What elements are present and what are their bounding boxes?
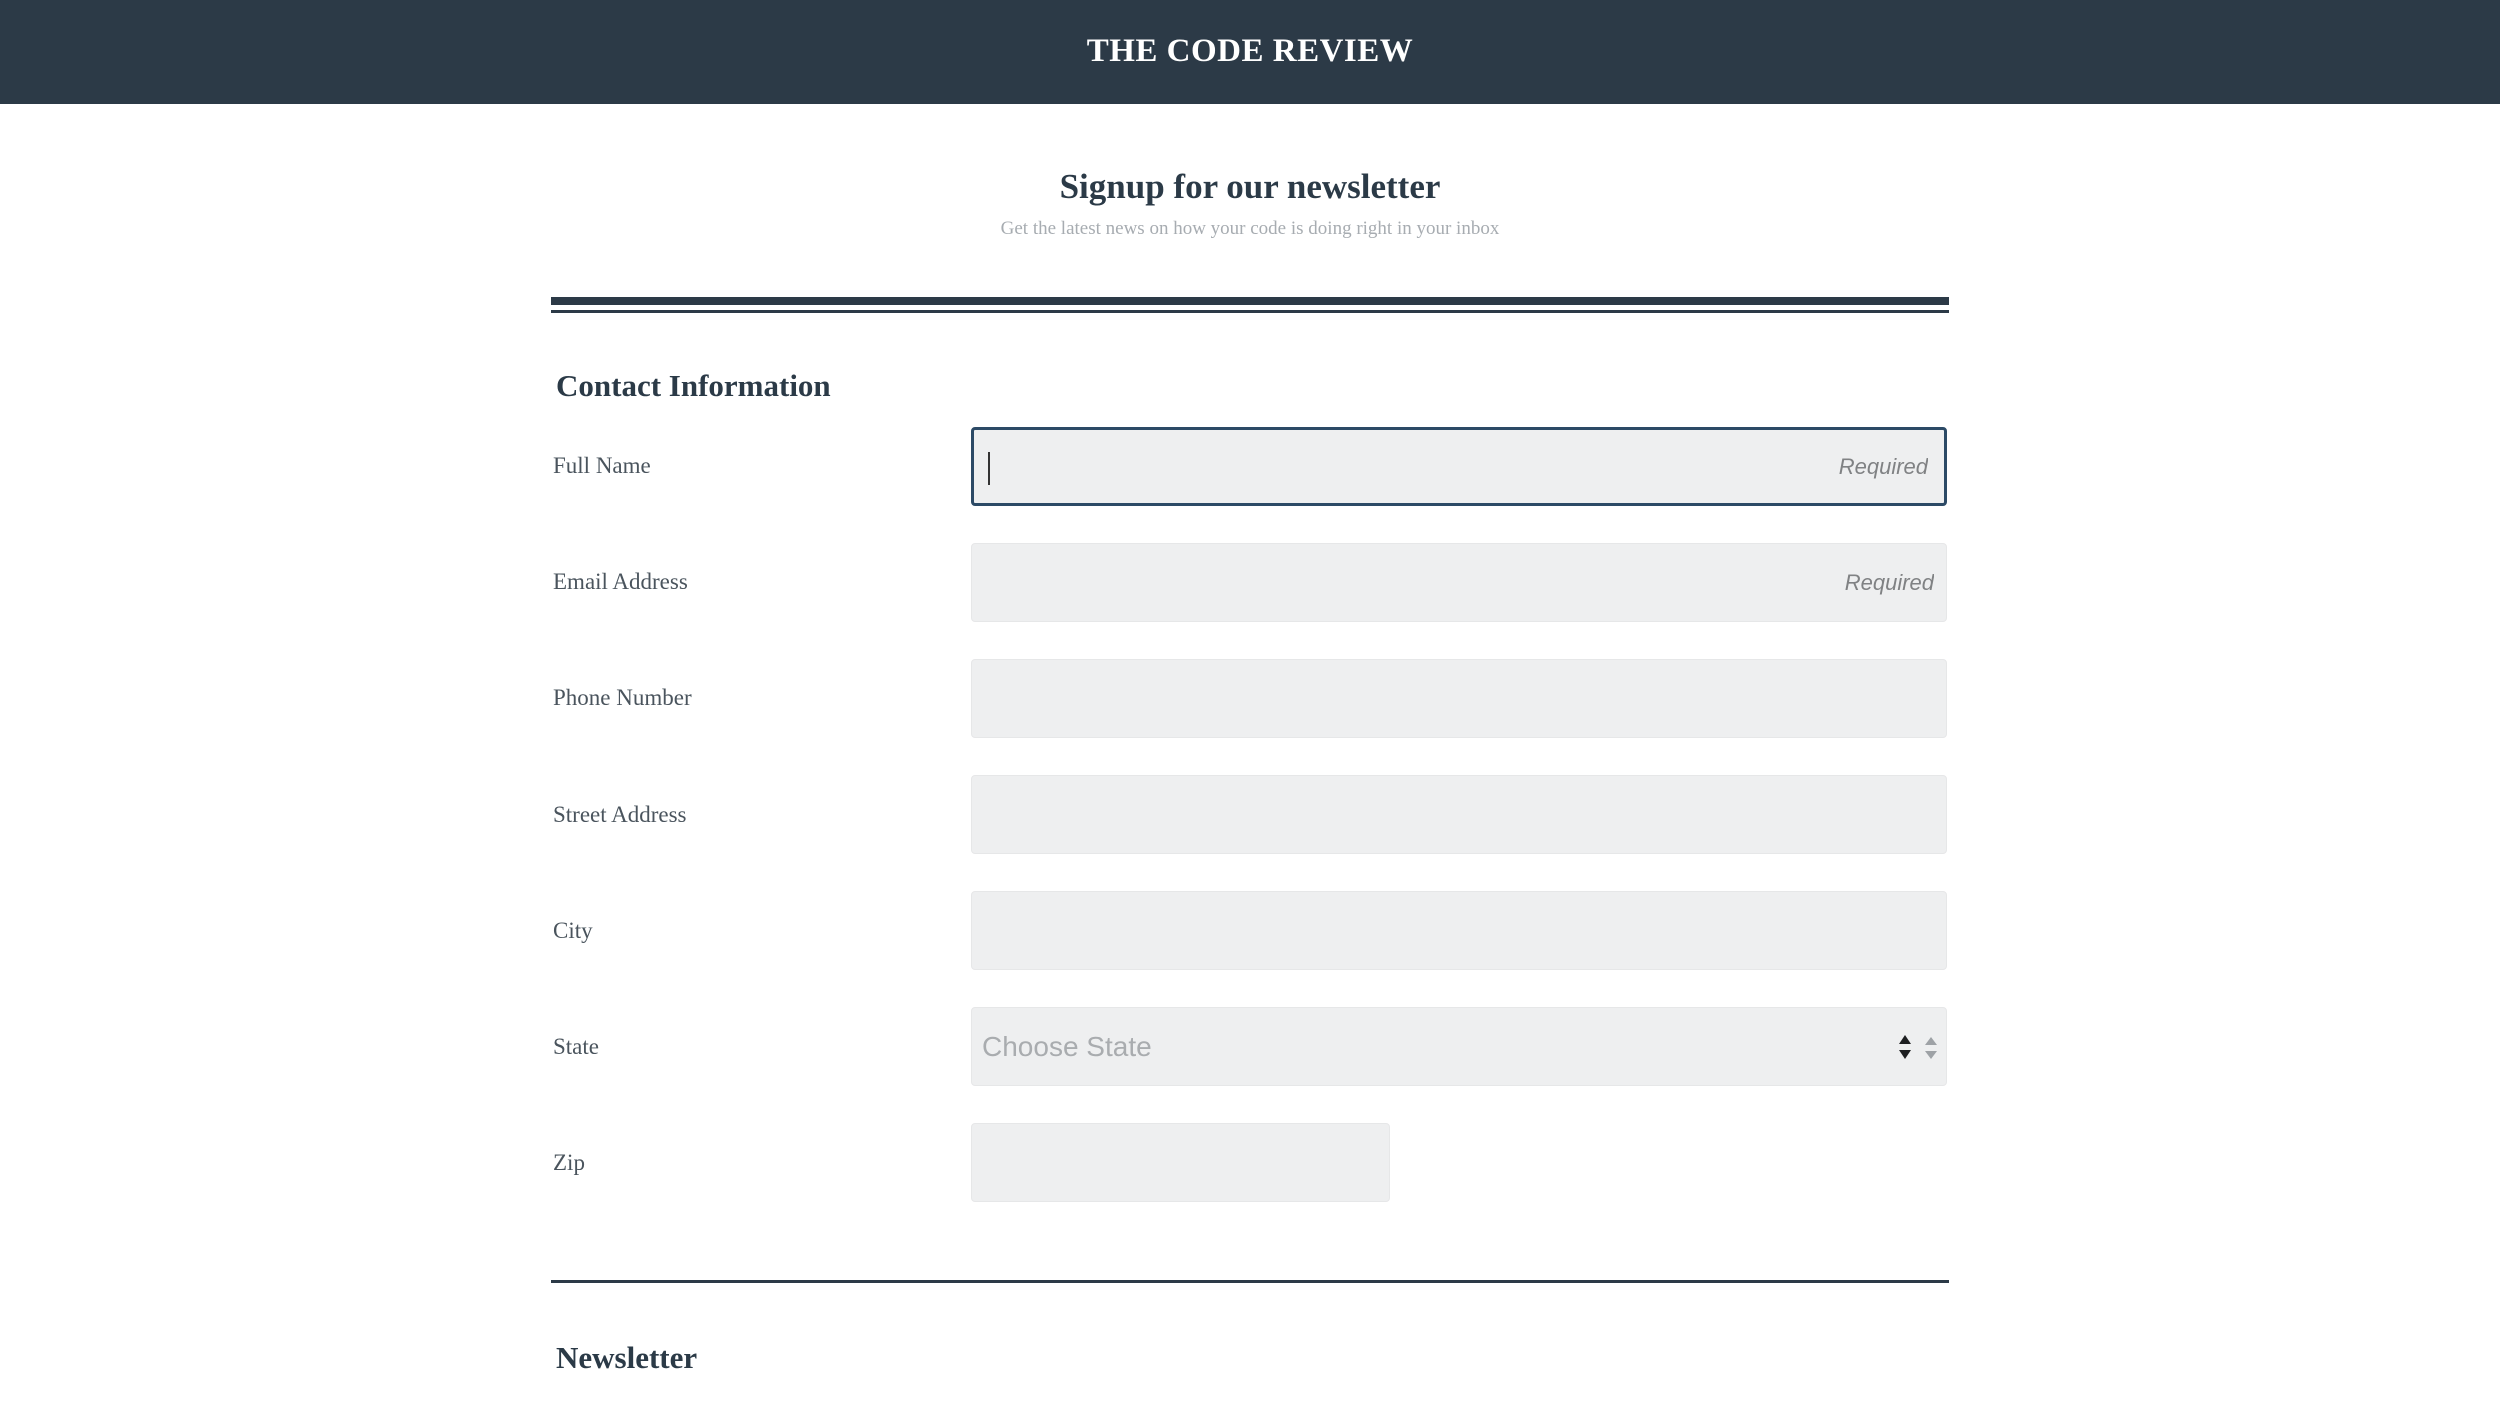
state-select[interactable]: Choose State — [971, 1007, 1947, 1086]
street-address-input[interactable] — [971, 775, 1947, 854]
full-name-input[interactable] — [971, 427, 1947, 506]
select-stepper-icon — [1899, 1035, 1911, 1059]
newsletter-section-heading: Newsletter — [556, 1340, 698, 1375]
email-input[interactable] — [971, 543, 1947, 622]
email-label: Email Address — [553, 569, 688, 594]
street-address-label: Street Address — [553, 802, 687, 827]
zip-label: Zip — [553, 1150, 585, 1175]
page-title: Signup for our newsletter — [1059, 167, 1441, 206]
section-divider — [551, 1280, 1949, 1283]
state-label: State — [553, 1034, 599, 1059]
select-arrows-icon — [1925, 1037, 1937, 1059]
full-name-label: Full Name — [553, 453, 651, 478]
header-divider-thin — [551, 310, 1949, 313]
phone-input[interactable] — [971, 659, 1947, 738]
state-select-value: Choose State — [982, 1031, 1152, 1062]
text-caret — [988, 452, 990, 485]
page-subtitle: Get the latest news on how your code is … — [1000, 218, 1500, 239]
site-title: THE CODE REVIEW — [1086, 33, 1414, 69]
contact-section-heading: Contact Information — [556, 368, 831, 403]
site-header: THE CODE REVIEW — [0, 0, 2500, 104]
city-input[interactable] — [971, 891, 1947, 970]
zip-input[interactable] — [971, 1123, 1390, 1202]
header-divider-thick — [551, 297, 1949, 305]
phone-label: Phone Number — [553, 685, 692, 710]
city-label: City — [553, 918, 593, 943]
